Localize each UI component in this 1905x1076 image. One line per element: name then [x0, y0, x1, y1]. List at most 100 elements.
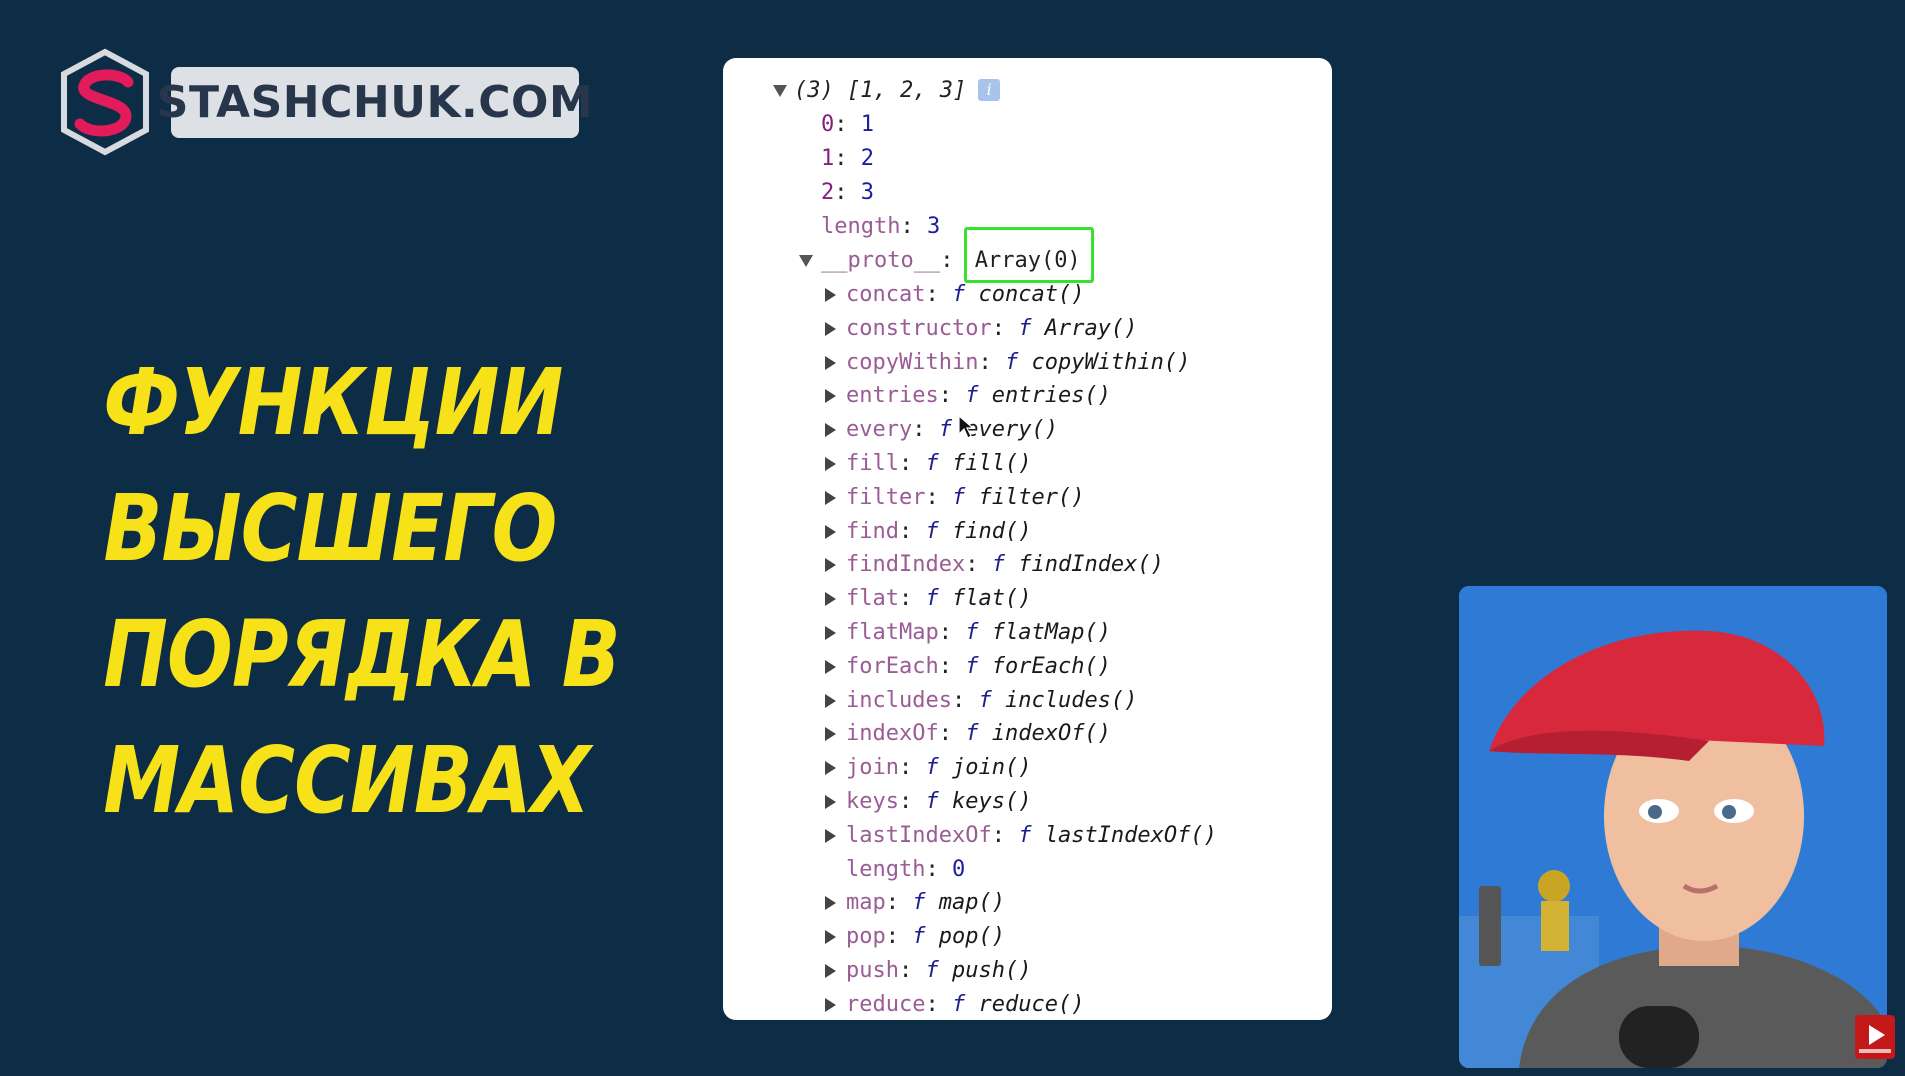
expand-arrow-icon[interactable]	[825, 626, 836, 640]
proto-method-row[interactable]: map: f map()	[846, 887, 1005, 919]
method-value: 0	[951, 857, 966, 882]
method-key: fill	[846, 451, 899, 476]
info-icon[interactable]: i	[978, 79, 1001, 101]
method-signature: fill()	[951, 451, 1032, 476]
function-symbol: f	[925, 789, 939, 814]
proto-method-row[interactable]: keys: f keys()	[846, 786, 1031, 818]
expand-arrow-icon[interactable]	[825, 592, 836, 606]
method-key: flat	[846, 586, 899, 611]
proto-key: __proto__	[821, 248, 941, 273]
method-sep: :	[991, 316, 1019, 341]
video-title: ФУНКЦИИ ВЫСШЕГО ПОРЯДКА В МАССИВАХ	[60, 340, 620, 844]
method-sep: :	[898, 519, 926, 544]
console-entry-length: length: 3	[821, 211, 940, 243]
proto-method-row[interactable]: reduce: f reduce()	[846, 989, 1084, 1020]
function-symbol: f	[925, 958, 939, 983]
method-key: find	[846, 519, 899, 544]
method-signature: flatMap()	[991, 620, 1111, 645]
proto-method-row: length: 0	[846, 854, 965, 886]
method-sep: :	[898, 586, 926, 611]
expand-arrow-icon[interactable]	[825, 356, 836, 370]
proto-method-row[interactable]: includes: f includes()	[846, 685, 1137, 717]
expand-arrow-icon[interactable]	[825, 829, 836, 843]
expand-arrow-icon[interactable]	[825, 288, 836, 302]
proto-method-row[interactable]: copyWithin: f copyWithin()	[846, 347, 1190, 379]
proto-method-row[interactable]: every: f every()	[846, 414, 1058, 446]
method-signature: keys()	[951, 789, 1032, 814]
method-sep: :	[938, 383, 966, 408]
function-symbol: f	[978, 688, 992, 713]
proto-method-row[interactable]: flatMap: f flatMap()	[846, 617, 1111, 649]
entry-value: 3	[860, 180, 874, 205]
function-symbol: f	[912, 890, 926, 915]
proto-method-row[interactable]: constructor: f Array()	[846, 313, 1137, 345]
proto-method-row[interactable]: lastIndexOf: f lastIndexOf()	[846, 820, 1217, 852]
entry-sep: :	[900, 214, 927, 239]
method-signature: entries()	[991, 383, 1111, 408]
proto-method-row[interactable]: indexOf: f indexOf()	[846, 718, 1111, 750]
youtube-subscribe-icon[interactable]	[1855, 1015, 1895, 1059]
proto-method-row[interactable]: entries: f entries()	[846, 380, 1111, 412]
expand-arrow-icon[interactable]	[825, 660, 836, 674]
expand-arrow-icon[interactable]	[825, 694, 836, 708]
function-symbol: f	[951, 992, 966, 1017]
method-signature: flat()	[951, 586, 1032, 611]
method-signature: find()	[951, 519, 1032, 544]
function-symbol: f	[965, 620, 979, 645]
method-sep: :	[978, 350, 1005, 375]
proto-method-row[interactable]: pop: f pop()	[846, 921, 1005, 953]
expand-arrow-icon[interactable]	[825, 964, 836, 978]
method-key: forEach	[846, 654, 939, 679]
presenter-webcam	[1459, 586, 1887, 1068]
proto-method-row[interactable]: forEach: f forEach()	[846, 651, 1111, 683]
array-header-row[interactable]: (3) [1, 2, 3] i	[794, 75, 1001, 107]
array-header: (3) [1, 2, 3]	[794, 78, 967, 103]
title-line: ФУНКЦИИ	[103, 349, 563, 456]
proto-method-row[interactable]: push: f push()	[846, 955, 1031, 987]
method-sep: :	[898, 958, 926, 983]
expand-arrow-icon[interactable]	[825, 896, 836, 910]
expand-arrow-icon[interactable]	[825, 795, 836, 809]
expand-arrow-icon[interactable]	[825, 761, 836, 775]
expand-arrow-icon[interactable]	[825, 525, 836, 539]
proto-method-row[interactable]: find: f find()	[846, 516, 1031, 548]
title-line: ПОРЯДКА В	[103, 601, 620, 708]
console-entry-1: 1: 2	[821, 143, 874, 175]
expand-arrow-icon[interactable]	[825, 930, 836, 944]
method-sep: :	[912, 417, 939, 442]
method-key: length	[846, 857, 926, 882]
proto-method-row[interactable]: concat: f concat()	[846, 279, 1084, 311]
entry-sep: :	[834, 112, 861, 137]
method-key: push	[846, 958, 899, 983]
expand-arrow-icon[interactable]	[825, 423, 836, 437]
proto-method-row[interactable]: findIndex: f findIndex()	[846, 549, 1164, 581]
function-symbol: f	[1018, 823, 1032, 848]
expand-arrow-icon[interactable]	[825, 558, 836, 572]
title-line: МАССИВАХ	[103, 727, 590, 834]
expand-arrow-icon[interactable]	[825, 491, 836, 505]
method-signature: indexOf()	[991, 721, 1111, 746]
expand-arrow-icon[interactable]	[825, 457, 836, 471]
logo-text: STASHCHUK.COM	[156, 77, 594, 128]
method-signature: every()	[965, 417, 1058, 442]
expand-arrow-icon[interactable]	[825, 389, 836, 403]
proto-method-row[interactable]: fill: f fill()	[846, 448, 1031, 480]
expand-arrow-icon[interactable]	[825, 322, 836, 336]
logo-plate[interactable]: STASHCHUK.COM	[157, 67, 593, 138]
entry-value: 3	[926, 214, 941, 239]
collapse-arrow-icon[interactable]	[799, 255, 813, 267]
method-key: pop	[846, 924, 886, 949]
title-line: ВЫСШЕГО	[103, 475, 557, 582]
method-key: every	[846, 417, 913, 442]
expand-arrow-icon[interactable]	[825, 727, 836, 741]
entry-value: 1	[860, 112, 874, 137]
expand-arrow-icon[interactable]	[825, 998, 836, 1012]
proto-method-row[interactable]: filter: f filter()	[846, 482, 1084, 514]
method-key: indexOf	[846, 721, 939, 746]
proto-method-row[interactable]: flat: f flat()	[846, 583, 1031, 615]
proto-method-row[interactable]: join: f join()	[846, 752, 1031, 784]
console-entry-2: 2: 3	[821, 177, 874, 209]
function-symbol: f	[925, 586, 939, 611]
collapse-arrow-icon[interactable]	[773, 85, 787, 97]
method-signature: findIndex()	[1018, 552, 1164, 577]
